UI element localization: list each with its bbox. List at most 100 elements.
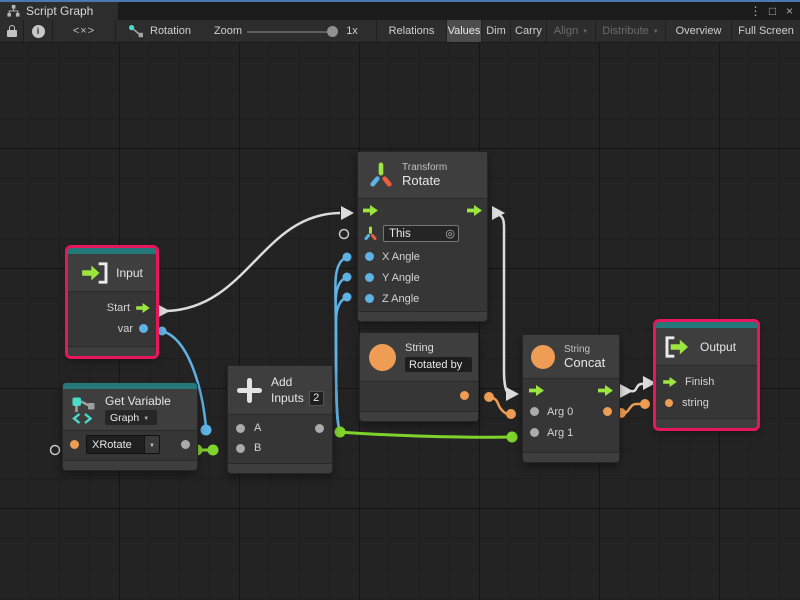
string-value-field[interactable]: Rotated by — [405, 357, 472, 372]
input-port-icon[interactable] — [530, 407, 539, 416]
node-string-literal[interactable]: String Rotated by — [360, 333, 478, 421]
port-label-string: string — [682, 397, 709, 409]
string-out-port-icon[interactable] — [603, 407, 612, 416]
port-label-arg1: Arg 1 — [547, 427, 573, 439]
node-footer — [63, 460, 197, 470]
add-icon — [237, 378, 262, 403]
flow-out-icon[interactable] — [467, 205, 482, 216]
port-label-x-angle: X Angle — [382, 251, 420, 263]
node-footer — [358, 311, 487, 321]
this-field[interactable]: This ◎ — [383, 225, 459, 242]
string-port-icon[interactable] — [665, 399, 673, 407]
carry-button[interactable]: Carry — [510, 20, 546, 42]
output-port-icon[interactable] — [315, 424, 324, 433]
flow-in-icon[interactable] — [363, 205, 378, 216]
tab-script-graph[interactable]: Script Graph — [0, 2, 118, 20]
graph-toolbar: i <×> Rotation Zoom 1x Relations Values … — [0, 20, 800, 43]
variable-dropdown[interactable]: XRotate ▼ — [86, 435, 160, 454]
focus-indicator — [0, 0, 800, 2]
overview-button[interactable]: Overview — [665, 20, 731, 42]
code-icon: <×> — [73, 25, 95, 37]
port-label-var: var — [118, 323, 133, 335]
node-category: String — [564, 344, 605, 355]
node-output[interactable]: Output Finish string — [656, 322, 757, 428]
breadcrumb-label: Rotation — [150, 25, 191, 37]
zoom-slider-handle[interactable] — [327, 26, 338, 37]
breadcrumb[interactable]: Rotation — [128, 20, 208, 42]
node-category: String — [405, 342, 472, 354]
input-port-icon[interactable] — [530, 428, 539, 437]
flow-port-icon[interactable] — [663, 377, 677, 387]
align-button[interactable]: Align ▼ — [546, 20, 595, 42]
node-title: Get Variable — [105, 394, 171, 408]
value-port-icon[interactable] — [365, 294, 374, 303]
lock-button[interactable] — [0, 20, 24, 42]
maximize-icon[interactable]: □ — [764, 2, 781, 20]
node-concat[interactable]: String Concat Arg 0 Arg 1 — [523, 335, 619, 462]
chevron-down-icon: ▼ — [582, 29, 588, 35]
info-icon: i — [32, 25, 45, 38]
string-icon — [531, 345, 555, 369]
subgraph-icon — [128, 24, 144, 38]
variable-icon — [71, 396, 97, 424]
flow-out-icon[interactable] — [598, 385, 613, 396]
node-title: Output — [700, 340, 736, 354]
string-icon — [369, 344, 396, 371]
string-out-port-icon[interactable] — [460, 391, 469, 400]
zoom-slider-track[interactable] — [247, 31, 335, 33]
node-title: Concat — [564, 355, 605, 370]
variable-value: XRotate — [92, 439, 132, 451]
node-footer — [228, 463, 332, 473]
flow-port-icon[interactable] — [136, 303, 150, 313]
node-get-variable[interactable]: Get Variable Graph ▼ XRotate ▼ — [63, 383, 197, 470]
insert-node-button[interactable]: <×> — [53, 20, 116, 42]
input-port-icon[interactable] — [236, 424, 245, 433]
relations-button[interactable]: Relations — [376, 20, 446, 42]
flow-in-icon[interactable] — [529, 385, 544, 396]
port-label-z-angle: Z Angle — [382, 293, 419, 305]
distribute-label: Distribute — [602, 25, 648, 37]
scope-dropdown[interactable]: Graph ▼ — [105, 410, 157, 425]
port-label-y-angle: Y Angle — [382, 272, 420, 284]
scope-value: Graph — [110, 412, 139, 424]
node-footer — [360, 411, 478, 421]
lock-icon — [7, 25, 17, 37]
inputs-count-field[interactable]: 2 — [309, 391, 324, 406]
transform-port-icon[interactable] — [364, 226, 377, 241]
zoom-label: Zoom — [211, 20, 245, 42]
value-port-icon[interactable] — [365, 273, 374, 282]
value-port-icon[interactable] — [139, 324, 148, 333]
input-port-icon[interactable] — [236, 444, 245, 453]
port-label-finish: Finish — [685, 376, 714, 388]
target-picker-icon[interactable]: ◎ — [445, 227, 455, 240]
node-add[interactable]: Add Inputs 2 A B — [228, 366, 332, 473]
value-out-port-icon[interactable] — [181, 440, 190, 449]
node-title: Add — [271, 375, 324, 389]
port-label-arg0: Arg 0 — [547, 406, 573, 418]
output-node-icon — [664, 336, 692, 358]
menu-icon[interactable]: ⋮ — [747, 2, 764, 20]
values-button[interactable]: Values — [446, 20, 481, 42]
chevron-down-icon: ▼ — [143, 416, 149, 422]
fullscreen-button[interactable]: Full Screen — [731, 20, 800, 42]
chevron-down-icon: ▼ — [653, 29, 659, 35]
node-rotate[interactable]: Transform Rotate This ◎ X Angle — [358, 152, 487, 321]
node-category: Transform — [402, 162, 447, 173]
inputs-label: Inputs — [271, 391, 304, 405]
graph-icon — [7, 5, 20, 17]
node-footer — [656, 418, 757, 428]
distribute-button[interactable]: Distribute ▼ — [595, 20, 665, 42]
value-port-icon[interactable] — [365, 252, 374, 261]
node-title: Rotate — [402, 173, 447, 188]
port-label-b: B — [254, 442, 261, 454]
node-input[interactable]: Input Start var — [68, 248, 156, 356]
port-label-a: A — [254, 422, 261, 434]
port-label-start: Start — [107, 302, 130, 314]
tab-title: Script Graph — [26, 4, 93, 18]
name-port-icon[interactable] — [70, 440, 79, 449]
info-button[interactable]: i — [24, 20, 53, 42]
script-graph-window: Script Graph ⋮ □ × i <×> Rotation Zoom — [0, 0, 800, 600]
dim-button[interactable]: Dim — [481, 20, 510, 42]
node-title: Input — [116, 266, 143, 280]
close-icon[interactable]: × — [781, 2, 798, 20]
